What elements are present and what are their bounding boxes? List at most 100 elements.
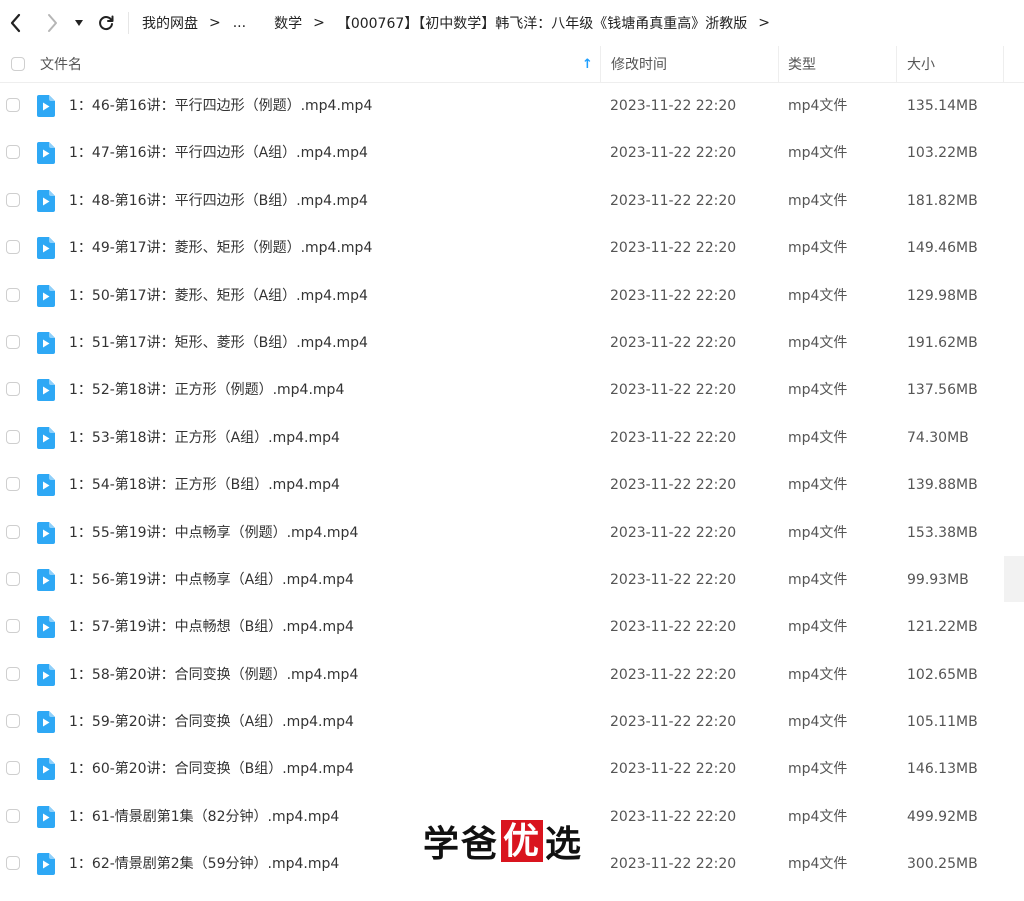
- forward-button[interactable]: [40, 10, 64, 36]
- video-file-icon: [37, 331, 55, 354]
- video-file-icon: [37, 805, 55, 828]
- file-row-checkbox[interactable]: [6, 571, 20, 586]
- column-header-name[interactable]: 文件名: [40, 46, 600, 82]
- file-row-checkbox[interactable]: [6, 145, 20, 160]
- file-row[interactable]: 1：47-第16讲：平行四边形（A组）.mp4.mp4 2023-11-22 22…: [0, 130, 1024, 177]
- file-row-checkbox[interactable]: [6, 98, 20, 112]
- file-name[interactable]: 1：56-第19讲：中点畅享（A组）.mp4.mp4: [69, 557, 354, 603]
- video-file-icon: [37, 426, 55, 449]
- file-row[interactable]: 1：56-第19讲：中点畅享（A组）.mp4.mp4 2023-11-22 22:…: [0, 557, 1024, 604]
- scrollbar-track[interactable]: [1004, 83, 1024, 901]
- file-row[interactable]: 1：48-第16讲：平行四边形（B组）.mp4.mp4 2023-11-22 22…: [0, 178, 1024, 225]
- video-file-icon: [37, 853, 55, 876]
- file-row-checkbox[interactable]: [6, 666, 20, 681]
- file-name[interactable]: 1：57-第19讲：中点畅想（B组）.mp4.mp4: [69, 604, 354, 650]
- file-type: mp4文件: [788, 571, 848, 588]
- video-file-icon: [37, 142, 55, 165]
- breadcrumb-item-math[interactable]: 数学: [274, 13, 302, 33]
- breadcrumb-separator-icon: >: [313, 15, 325, 31]
- watermark-text: 学爸: [423, 823, 500, 865]
- file-modified-date: 2023-11-22 22:20: [610, 666, 737, 683]
- file-name[interactable]: 1：62-情景剧第2集（59分钟）.mp4.mp4: [69, 841, 339, 887]
- scrollbar-thumb[interactable]: [1004, 556, 1024, 602]
- file-row-checkbox[interactable]: [6, 192, 20, 207]
- file-row-checkbox[interactable]: [6, 334, 20, 349]
- video-file-icon: [37, 711, 55, 734]
- file-modified-date: 2023-11-22 22:20: [610, 287, 737, 304]
- file-size: 121.22MB: [907, 619, 978, 636]
- file-row-checkbox[interactable]: [6, 856, 20, 871]
- refresh-button[interactable]: [94, 10, 118, 36]
- file-row[interactable]: 1：50-第17讲：菱形、矩形（A组）.mp4.mp4 2023-11-22 22…: [0, 273, 1024, 320]
- column-header-type[interactable]: 类型: [788, 46, 893, 82]
- file-row-checkbox[interactable]: [6, 808, 20, 823]
- file-row-checkbox[interactable]: [6, 524, 20, 539]
- breadcrumb-item-current-folder[interactable]: 【000767】【初中数学】韩飞洋：八年级《钱塘甬真重高》浙教版: [337, 13, 747, 33]
- file-row[interactable]: 1：59-第20讲：合同变换（A组）.mp4.mp4 2023-11-22 22:…: [0, 699, 1024, 746]
- file-size: 99.93MB: [907, 571, 969, 588]
- file-row[interactable]: 1：54-第18讲：正方形（B组）.mp4.mp4 2023-11-22 22:2…: [0, 462, 1024, 509]
- file-name[interactable]: 1：47-第16讲：平行四边形（A组）.mp4.mp4: [69, 130, 368, 176]
- file-name[interactable]: 1：61-情景剧第1集（82分钟）.mp4.mp4: [69, 794, 339, 840]
- file-name[interactable]: 1：58-第20讲：合同变换（例题）.mp4.mp4: [69, 652, 358, 698]
- file-size: 102.65MB: [907, 666, 978, 683]
- column-divider: [1003, 46, 1004, 82]
- file-name[interactable]: 1：51-第17讲：矩形、菱形（B组）.mp4.mp4: [69, 320, 368, 366]
- file-row-checkbox[interactable]: [6, 429, 20, 444]
- file-row[interactable]: 1：55-第19讲：中点畅享（例题）.mp4.mp4 2023-11-22 22:…: [0, 510, 1024, 557]
- file-row-checkbox[interactable]: [6, 240, 20, 255]
- history-dropdown-button[interactable]: [69, 10, 89, 36]
- file-size: 103.22MB: [907, 145, 978, 162]
- file-row-checkbox[interactable]: [6, 714, 20, 729]
- file-row-checkbox[interactable]: [6, 761, 20, 776]
- file-modified-date: 2023-11-22 22:20: [610, 714, 737, 731]
- column-header-modified[interactable]: 修改时间: [611, 46, 776, 82]
- file-row-checkbox[interactable]: [6, 477, 20, 492]
- file-name[interactable]: 1：59-第20讲：合同变换（A组）.mp4.mp4: [69, 699, 354, 745]
- sort-ascending-icon[interactable]: ↑: [582, 46, 593, 82]
- video-file-icon: [37, 237, 55, 260]
- file-name[interactable]: 1：55-第19讲：中点畅享（例题）.mp4.mp4: [69, 510, 358, 556]
- file-row-checkbox[interactable]: [6, 382, 20, 397]
- file-modified-date: 2023-11-22 22:20: [610, 240, 737, 257]
- file-type: mp4文件: [788, 192, 848, 209]
- file-row-checkbox[interactable]: [6, 287, 20, 302]
- file-name[interactable]: 1：50-第17讲：菱形、矩形（A组）.mp4.mp4: [69, 273, 368, 319]
- file-row[interactable]: 1：57-第19讲：中点畅想（B组）.mp4.mp4 2023-11-22 22:…: [0, 604, 1024, 651]
- file-row[interactable]: 1：53-第18讲：正方形（A组）.mp4.mp4 2023-11-22 22:2…: [0, 415, 1024, 462]
- file-name[interactable]: 1：54-第18讲：正方形（B组）.mp4.mp4: [69, 462, 340, 508]
- file-type: mp4文件: [788, 145, 848, 162]
- column-divider: [600, 46, 601, 82]
- file-modified-date: 2023-11-22 22:20: [610, 856, 737, 873]
- file-type: mp4文件: [788, 334, 848, 351]
- file-row[interactable]: 1：58-第20讲：合同变换（例题）.mp4.mp4 2023-11-22 22:…: [0, 652, 1024, 699]
- file-row[interactable]: 1：52-第18讲：正方形（例题）.mp4.mp4 2023-11-22 22:2…: [0, 367, 1024, 414]
- file-name[interactable]: 1：46-第16讲：平行四边形（例题）.mp4.mp4: [69, 83, 372, 129]
- file-name[interactable]: 1：52-第18讲：正方形（例题）.mp4.mp4: [69, 367, 344, 413]
- breadcrumb-separator-icon: >: [758, 15, 771, 31]
- file-row-checkbox[interactable]: [6, 619, 20, 634]
- select-all-checkbox[interactable]: [11, 57, 25, 71]
- file-modified-date: 2023-11-22 22:20: [610, 761, 737, 778]
- file-row[interactable]: 1：51-第17讲：矩形、菱形（B组）.mp4.mp4 2023-11-22 22…: [0, 320, 1024, 367]
- file-type: mp4文件: [788, 666, 848, 683]
- file-row[interactable]: 1：46-第16讲：平行四边形（例题）.mp4.mp4 2023-11-22 22…: [0, 83, 1024, 130]
- column-divider: [778, 46, 779, 82]
- breadcrumb-item-ellipsis[interactable]: ...: [233, 15, 246, 31]
- caret-down-icon: [75, 20, 83, 26]
- video-file-icon: [37, 521, 55, 544]
- file-name[interactable]: 1：60-第20讲：合同变换（B组）.mp4.mp4: [69, 746, 354, 792]
- breadcrumb-item-root[interactable]: 我的网盘: [142, 13, 198, 33]
- file-name[interactable]: 1：48-第16讲：平行四边形（B组）.mp4.mp4: [69, 178, 368, 224]
- back-button[interactable]: [4, 10, 28, 36]
- video-file-icon: [37, 616, 55, 639]
- file-type: mp4文件: [788, 714, 848, 731]
- file-row[interactable]: 1：60-第20讲：合同变换（B组）.mp4.mp4 2023-11-22 22:…: [0, 746, 1024, 793]
- file-row[interactable]: 1：49-第17讲：菱形、矩形（例题）.mp4.mp4 2023-11-22 22…: [0, 225, 1024, 272]
- column-header-size[interactable]: 大小: [907, 46, 1002, 82]
- file-name[interactable]: 1：49-第17讲：菱形、矩形（例题）.mp4.mp4: [69, 225, 372, 271]
- file-type: mp4文件: [788, 98, 848, 114]
- file-modified-date: 2023-11-22 22:20: [610, 429, 737, 446]
- file-name[interactable]: 1：53-第18讲：正方形（A组）.mp4.mp4: [69, 415, 340, 461]
- file-size: 105.11MB: [907, 714, 978, 731]
